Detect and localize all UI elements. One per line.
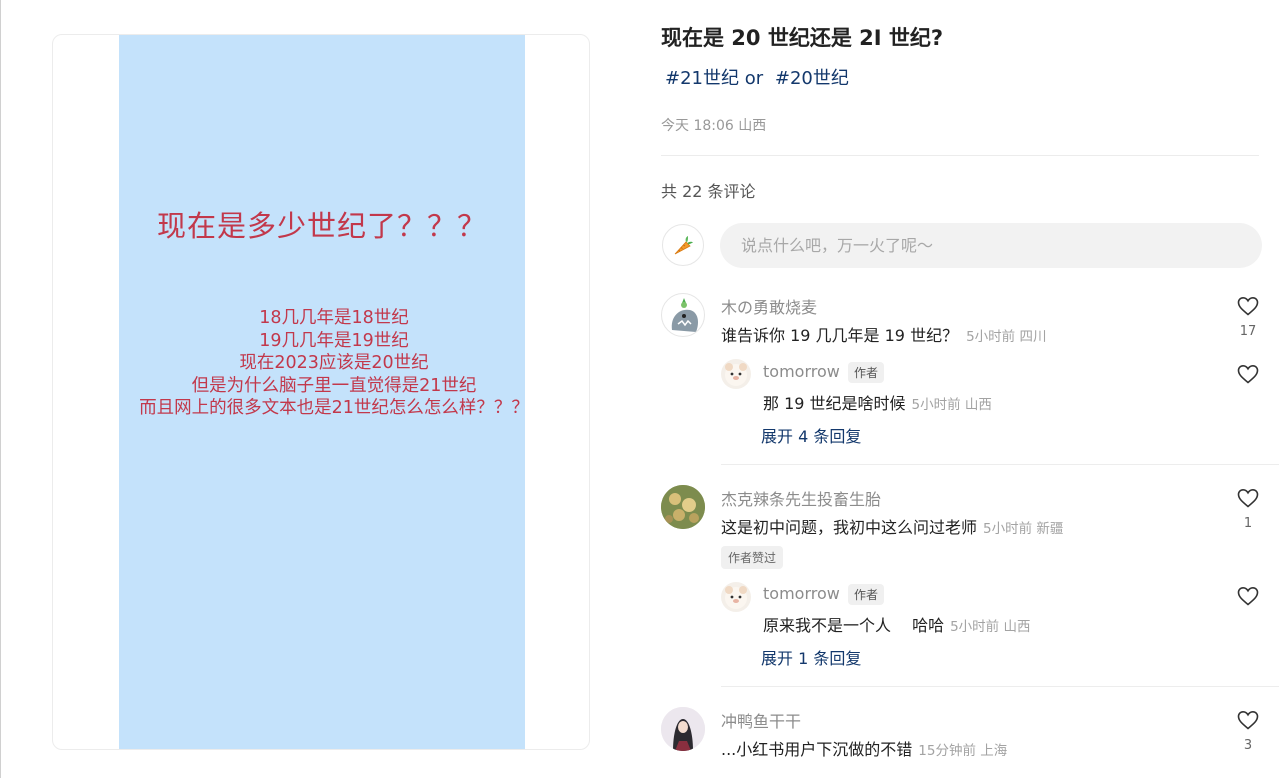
tag-link-20[interactable]: #20世纪: [775, 68, 849, 89]
divider: [721, 464, 1279, 465]
author-badge: 作者: [848, 362, 885, 383]
author-liked-badge: 作者赞过: [721, 546, 784, 569]
note-title: 现在是 20 世纪还是 2I 世纪?: [661, 26, 944, 50]
tag-link-21[interactable]: #21世纪 or: [665, 68, 763, 89]
comment-text: ...小红书用户下沉做的不错 15分钟前 上海: [721, 736, 1007, 760]
commenter-name[interactable]: 木の勇敢烧麦: [721, 294, 817, 318]
divider: [661, 155, 1259, 156]
comment-input[interactable]: [720, 223, 1262, 268]
page-frame: 现在是多少世纪了？？？ 18几几年是18世纪 19几几年是19世纪 现在2023…: [0, 0, 1280, 778]
poster-line: 而且网上的很多文本也是21世纪怎么怎么样？？？: [139, 398, 525, 418]
like-count: 17: [1239, 324, 1257, 339]
poster-title: 现在是多少世纪了？？？: [156, 209, 487, 243]
commenter-name[interactable]: 杰克辣条先生投畜生胎: [721, 486, 881, 510]
divider: [721, 686, 1279, 687]
poster-line: 18几几年是18世纪: [259, 308, 409, 328]
poster-line: 但是为什么脑子里一直觉得是21世纪: [191, 375, 477, 396]
comment-time: 5小时前 新疆: [983, 521, 1064, 537]
reply-body: 原来我不是一个人 哈哈: [763, 616, 945, 635]
reply-time: 5小时前 山西: [911, 397, 992, 413]
heart-icon[interactable]: [1236, 708, 1260, 732]
expand-replies-link[interactable]: 展开 4 条回复: [761, 423, 861, 447]
reply-author-name[interactable]: tomorrow: [763, 362, 840, 381]
note-meta: 今天 18:06 山西: [661, 118, 767, 134]
comment-body: 谁告诉你 19 几几年是 19 世纪？: [721, 326, 959, 345]
comment-text: 谁告诉你 19 几几年是 19 世纪？ 5小时前 四川: [721, 322, 1046, 346]
comment-body: 这是初中问题，我初中这么问过老师: [721, 518, 978, 537]
heart-icon[interactable]: [1236, 486, 1260, 510]
carrot-icon: [662, 224, 704, 266]
reply-body: 那 19 世纪是啥时候: [763, 394, 906, 413]
like-count: 3: [1243, 738, 1253, 753]
avatar[interactable]: [661, 485, 705, 529]
heart-icon[interactable]: [1236, 294, 1260, 318]
note-tags: #21世纪 or #20世纪: [665, 64, 855, 90]
comment-time: 15分钟前 上海: [918, 743, 1008, 759]
poster-line: 现在2023应该是20世纪: [239, 353, 429, 373]
expand-replies-link[interactable]: 展开 1 条回复: [761, 645, 861, 669]
reply-text: 那 19 世纪是啥时候 5小时前 山西: [763, 390, 992, 414]
reply-text: 原来我不是一个人 哈哈 5小时前 山西: [763, 612, 1030, 636]
reply-time: 5小时前 山西: [950, 619, 1031, 635]
comment-text: 这是初中问题，我初中这么问过老师 5小时前 新疆: [721, 514, 1063, 538]
like-count: 1: [1243, 516, 1253, 531]
poster-line: 19几几年是19世纪: [259, 330, 409, 351]
post-image-card[interactable]: 现在是多少世纪了？？？ 18几几年是18世纪 19几几年是19世纪 现在2023…: [52, 34, 590, 750]
avatar[interactable]: [661, 293, 705, 337]
poster-text: 18几几年是18世纪 19几几年是19世纪 现在2023应该是20世纪 但是为什…: [119, 307, 525, 420]
comment-body: ...小红书用户下沉做的不错: [721, 740, 913, 759]
avatar[interactable]: [721, 359, 751, 389]
heart-icon[interactable]: [1236, 362, 1260, 386]
comment-time: 5小时前 四川: [966, 329, 1047, 345]
heart-icon[interactable]: [1236, 584, 1260, 608]
avatar[interactable]: [721, 582, 751, 612]
comment-count: 共 22 条评论: [661, 182, 756, 201]
author-badge: 作者: [848, 584, 885, 605]
avatar[interactable]: [661, 707, 705, 751]
reply-author-name[interactable]: tomorrow: [763, 584, 840, 603]
commenter-name[interactable]: 冲鸭鱼干干: [721, 708, 801, 732]
post-image: 现在是多少世纪了？？？ 18几几年是18世纪 19几几年是19世纪 现在2023…: [119, 35, 525, 749]
